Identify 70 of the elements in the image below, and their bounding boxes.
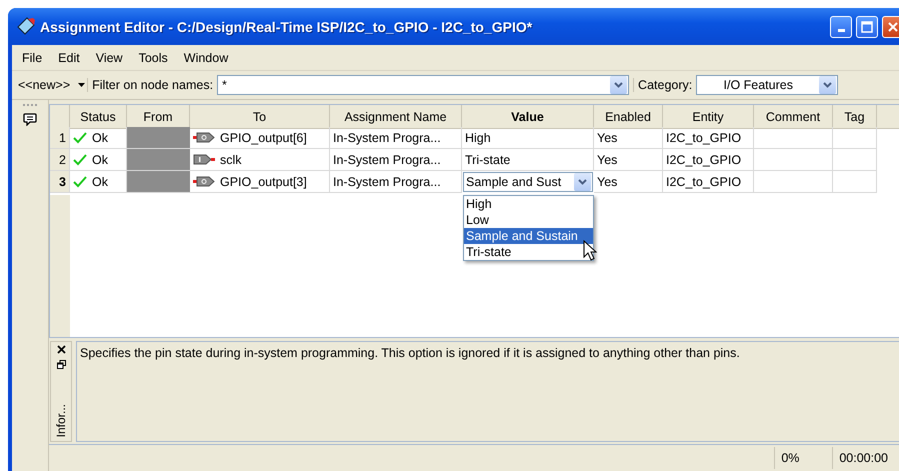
column-header[interactable]: Tag <box>833 105 877 129</box>
close-button[interactable] <box>882 16 899 38</box>
table-cell <box>833 171 877 193</box>
table-cell <box>833 149 877 171</box>
new-dropdown-button[interactable]: <<new>> <box>16 78 88 92</box>
maximize-button[interactable] <box>856 16 878 38</box>
input-pin-icon <box>193 154 215 165</box>
table-cell: Tri-state <box>462 149 594 171</box>
menu-item[interactable]: View <box>88 50 131 64</box>
close-icon[interactable] <box>56 345 66 354</box>
caret-icon <box>614 82 624 88</box>
empty-cell <box>127 127 190 149</box>
column-header[interactable]: Enabled <box>594 105 663 129</box>
check-icon <box>73 154 87 166</box>
time-text: 00:00:00 <box>832 447 894 469</box>
comment-icon[interactable] <box>23 112 37 126</box>
value-select[interactable]: Sample and Sust <box>463 172 593 192</box>
menu-item[interactable]: Tools <box>130 50 176 64</box>
category-select[interactable]: I/O Features <box>696 75 838 95</box>
empty-cell <box>127 149 190 171</box>
column-header[interactable]: Value <box>462 105 594 129</box>
window-title: Assignment Editor - C:/Design/Real-Time ISP/I2C_to_GPIO - I2C_to_GPIO* <box>40 18 534 34</box>
column-header[interactable]: Entity <box>663 105 754 129</box>
column-header[interactable]: To <box>190 105 330 129</box>
empty-cell <box>127 171 190 193</box>
row-number[interactable]: 2 <box>50 149 70 171</box>
output-pin-icon <box>193 132 215 143</box>
table-cell: Yes <box>594 171 663 193</box>
table-cell: In-System Progra... <box>330 171 462 193</box>
table-cell: In-System Progra... <box>330 127 462 149</box>
caret-icon <box>578 179 587 185</box>
row-number[interactable]: 3 <box>50 171 70 193</box>
table-cell: Yes <box>594 149 663 171</box>
filter-label: Filter on node names: <box>92 78 214 92</box>
dropdown-option[interactable]: High <box>464 196 593 212</box>
menu-item[interactable]: Window <box>176 50 236 64</box>
menu-item[interactable]: File <box>14 50 50 64</box>
check-icon <box>73 176 87 188</box>
check-icon <box>73 132 87 144</box>
node-cell: GPIO_output[3] <box>190 171 330 193</box>
caret-icon <box>78 83 86 87</box>
info-text: Specifies the pin state during in-system programming. This option is ignored if it is assigned to anything other than pins. <box>76 341 899 442</box>
table-cell: High <box>462 127 594 149</box>
row-number[interactable]: 1 <box>50 127 70 149</box>
minimize-icon <box>838 29 844 32</box>
table-cell: In-System Progra... <box>330 149 462 171</box>
column-header[interactable]: Assignment Name <box>330 105 462 129</box>
progress-text: 0% <box>774 447 832 469</box>
restore-icon[interactable] <box>56 360 66 369</box>
dropdown-option[interactable]: Low <box>464 212 593 228</box>
node-cell: GPIO_output[6] <box>190 127 330 149</box>
table-cell: I2C_to_GPIO <box>663 171 754 193</box>
caret-icon <box>823 82 832 88</box>
table-cell <box>833 127 877 149</box>
output-pin-icon <box>193 176 215 187</box>
close-icon <box>887 20 899 32</box>
menu-item[interactable]: Edit <box>50 50 88 64</box>
maximize-icon <box>861 20 873 32</box>
pencil-icon <box>16 16 36 36</box>
table-cell: I2C_to_GPIO <box>663 127 754 149</box>
minimize-button[interactable] <box>830 16 852 38</box>
table-cell: Yes <box>594 127 663 149</box>
column-header[interactable]: From <box>127 105 190 129</box>
filter-field[interactable]: * <box>217 75 630 95</box>
column-header[interactable]: Status <box>70 105 127 129</box>
node-cell: sclk <box>190 149 330 171</box>
category-label: Category: <box>633 78 692 92</box>
column-header[interactable]: Comment <box>754 105 833 129</box>
table-cell: I2C_to_GPIO <box>663 149 754 171</box>
dropdown-option[interactable]: Sample and Sustain <box>464 228 593 244</box>
